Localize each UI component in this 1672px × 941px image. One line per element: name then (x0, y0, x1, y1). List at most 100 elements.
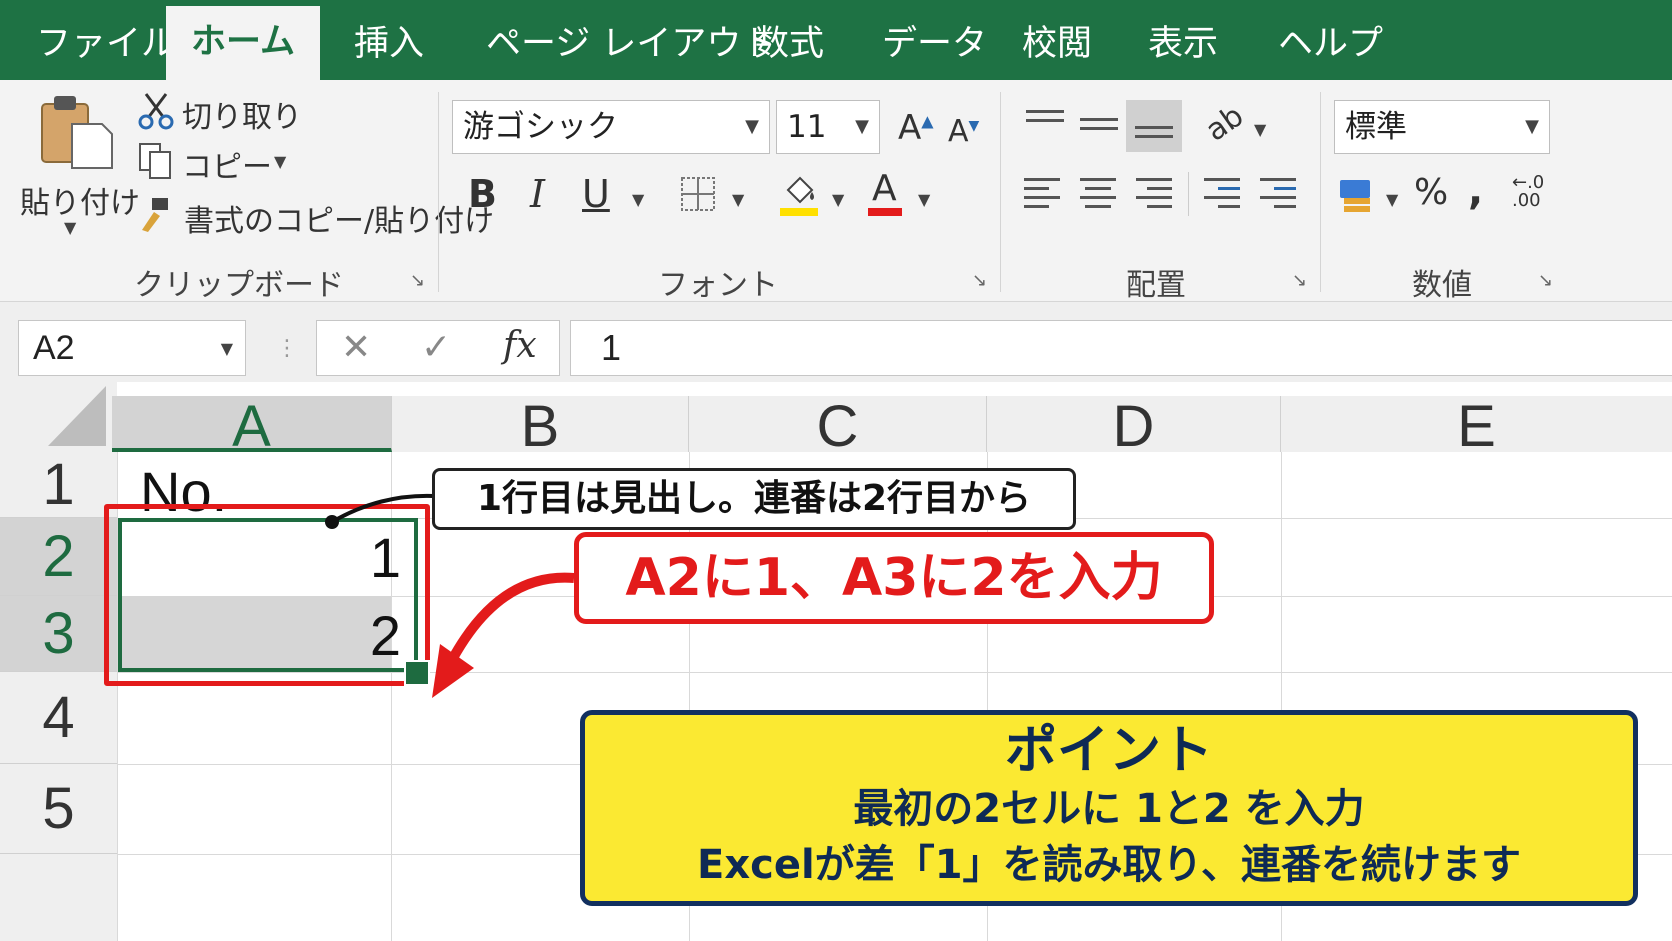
font-size-combo[interactable]: 11 ▼ (776, 100, 880, 154)
font-launcher-icon[interactable]: ↘ (972, 270, 987, 291)
ribbon: 貼り付け ▼ 切り取り コピー ▼ 書式のコピー/貼り付け クリップボード ↘ … (0, 80, 1672, 303)
paste-dropdown-icon[interactable]: ▼ (64, 218, 76, 237)
paste-label: 貼り付け (20, 186, 140, 221)
formula-input[interactable]: 1 (570, 320, 1672, 376)
orientation-dropdown-icon[interactable]: ▼ (1254, 120, 1266, 139)
column-header-c[interactable]: C (689, 396, 987, 458)
borders-icon[interactable] (680, 176, 716, 212)
number-format-combo[interactable]: 標準 ▼ (1334, 100, 1550, 154)
alignment-launcher-icon[interactable]: ↘ (1292, 270, 1307, 291)
accounting-dropdown-icon[interactable]: ▼ (1386, 190, 1398, 209)
alignment-divider (1188, 172, 1189, 216)
chevron-down-icon: ▼ (745, 116, 759, 137)
point-line-1: 最初の2セルに 1と2 を入力 (853, 786, 1365, 832)
row-header-6[interactable] (0, 854, 117, 941)
formula-buttons: ✕ ✓ fx (316, 320, 560, 376)
font-color-dropdown-icon[interactable]: ▼ (918, 190, 930, 209)
align-center-icon[interactable] (1080, 178, 1116, 210)
splitter-handle-icon[interactable]: ⋮ (276, 336, 298, 361)
enter-icon[interactable]: ✓ (421, 327, 451, 368)
name-box[interactable]: A2 ▼ (18, 320, 246, 376)
comma-style-button[interactable]: , (1468, 168, 1483, 214)
fill-color-dropdown-icon[interactable]: ▼ (832, 190, 844, 209)
tab-formulas[interactable]: 数式 (754, 16, 824, 72)
point-line-2: Excelが差「1」を読み取り、連番を続けます (697, 842, 1521, 888)
formula-input-value: 1 (601, 327, 622, 368)
column-header-b[interactable]: B (392, 396, 689, 458)
clipboard-launcher-icon[interactable]: ↘ (410, 270, 425, 291)
align-bottom-icon (1135, 126, 1173, 158)
italic-button[interactable]: I (530, 172, 545, 216)
font-color-swatch (868, 208, 902, 216)
tab-help[interactable]: ヘルプ (1278, 16, 1383, 72)
font-color-button[interactable]: A (868, 168, 904, 218)
number-launcher-icon[interactable]: ↘ (1538, 270, 1553, 291)
align-bottom-button[interactable] (1126, 100, 1182, 152)
copy-icon (139, 143, 171, 179)
group-separator (1000, 92, 1001, 292)
align-middle-icon[interactable] (1080, 118, 1118, 150)
tab-page-layout[interactable]: ページ レイアウト (486, 16, 776, 72)
paste-button[interactable]: 貼り付け ▼ (18, 90, 140, 250)
row-header-3[interactable]: 3 (0, 596, 117, 672)
underline-button[interactable]: U (582, 172, 610, 216)
align-top-icon[interactable] (1026, 110, 1064, 142)
paste-icon (41, 96, 113, 169)
column-header-e[interactable]: E (1281, 396, 1672, 458)
tab-file[interactable]: ファイル (36, 16, 176, 72)
insert-function-icon[interactable]: fx (503, 325, 537, 366)
fill-handle[interactable] (404, 660, 430, 686)
borders-dropdown-icon[interactable]: ▼ (732, 190, 744, 209)
select-all-icon (48, 386, 106, 446)
input-note-callout: A2に1、A3に2を入力 (574, 532, 1214, 624)
group-separator (438, 92, 439, 292)
increase-indent-icon[interactable] (1260, 178, 1296, 210)
point-title: ポイント (1004, 721, 1213, 781)
name-box-value: A2 (33, 329, 75, 367)
tab-data[interactable]: データ (882, 16, 987, 72)
row-header-2[interactable]: 2 (0, 518, 117, 596)
red-highlight-frame (104, 504, 430, 686)
row-header-1[interactable]: 1 (0, 452, 117, 518)
copy-label: コピー (182, 150, 272, 185)
number-format-value: 標準 (1345, 109, 1407, 145)
font-name-combo[interactable]: 游ゴシック ▼ (452, 100, 770, 154)
format-painter-label: 書式のコピー/貼り付け (184, 204, 495, 239)
tab-view[interactable]: 表示 (1148, 16, 1218, 72)
group-separator (1320, 92, 1321, 292)
cut-label: 切り取り (182, 100, 302, 135)
column-header-d[interactable]: D (987, 396, 1281, 458)
copy-dropdown-icon[interactable]: ▼ (274, 152, 286, 171)
increase-decimal-button[interactable]: ←.0 .00 (1512, 174, 1548, 210)
select-all-corner[interactable] (0, 382, 117, 452)
align-left-icon[interactable] (1024, 178, 1060, 210)
percent-style-button[interactable]: % (1414, 172, 1448, 213)
chevron-down-icon: ▼ (855, 116, 869, 137)
fill-color-icon[interactable] (778, 172, 822, 218)
tab-home[interactable]: ホーム (166, 6, 320, 82)
formula-bar-area: A2 ▼ ⋮ ✕ ✓ fx 1 (0, 302, 1672, 382)
decrease-font-size-icon[interactable]: A▼ (948, 114, 979, 149)
row-header-5[interactable]: 5 (0, 764, 117, 854)
align-right-icon[interactable] (1136, 178, 1172, 210)
cancel-icon[interactable]: ✕ (341, 327, 371, 368)
underline-dropdown-icon[interactable]: ▼ (632, 190, 644, 209)
clipboard-group-label: クリップボード (134, 268, 344, 303)
row-header-4[interactable]: 4 (0, 672, 117, 764)
point-box: ポイント 最初の2セルに 1と2 を入力 Excelが差「1」を読み取り、連番を… (580, 710, 1638, 906)
orientation-icon[interactable]: ab (1199, 98, 1250, 148)
number-group-label: 数値 (1412, 268, 1472, 303)
chevron-down-icon: ▼ (220, 339, 233, 358)
accounting-format-icon[interactable] (1338, 176, 1378, 216)
tab-review[interactable]: 校閲 (1022, 16, 1092, 72)
tab-insert[interactable]: 挿入 (354, 16, 424, 72)
alignment-group-label: 配置 (1126, 268, 1186, 303)
font-size-value: 11 (787, 109, 827, 145)
font-name-value: 游ゴシック (463, 109, 618, 145)
worksheet-grid[interactable]: A B C D E 1 2 3 4 5 No. 1 2 1行目は見出し。連番は2… (0, 382, 1672, 941)
bold-button[interactable]: B (468, 172, 497, 216)
chevron-down-icon: ▼ (1525, 116, 1539, 137)
column-header-a[interactable]: A (112, 396, 392, 458)
increase-font-size-icon[interactable]: A▲ (898, 108, 934, 148)
decrease-indent-icon[interactable] (1204, 178, 1240, 210)
